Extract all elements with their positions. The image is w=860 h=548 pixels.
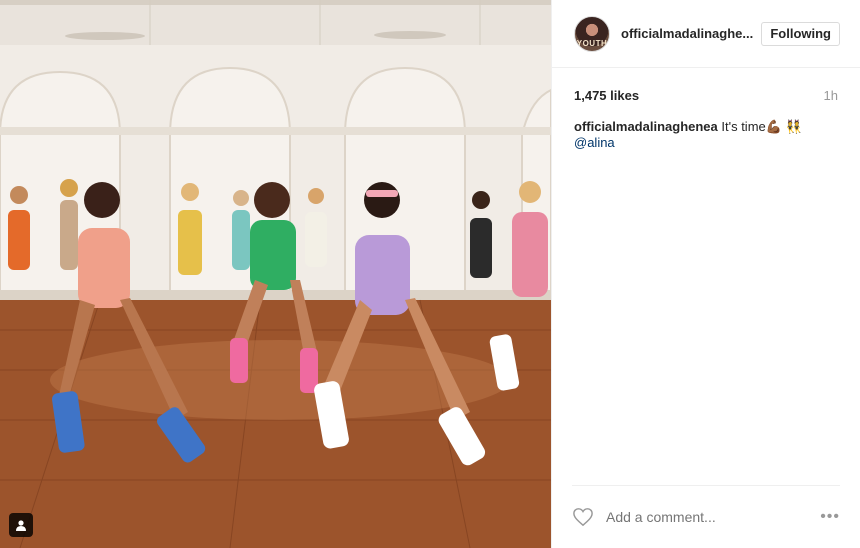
post-sidebar: YOUTH officialmadalinaghe... Following 1…: [551, 0, 860, 548]
more-options-icon[interactable]: •••: [820, 508, 840, 526]
avatar[interactable]: YOUTH: [574, 15, 610, 52]
username-link[interactable]: officialmadalinaghe...: [621, 26, 753, 41]
user-tag-icon[interactable]: [9, 513, 33, 537]
instagram-post: YOUTH officialmadalinaghe... Following 1…: [0, 0, 860, 548]
following-button[interactable]: Following: [761, 21, 840, 46]
post-header: YOUTH officialmadalinaghe... Following: [552, 0, 860, 68]
heart-icon[interactable]: [572, 507, 594, 527]
add-comment-input[interactable]: [604, 508, 821, 526]
caption-text: It's time: [717, 119, 766, 134]
caption-emoji: 💪🏾 👯: [765, 119, 802, 134]
photo-illustration: [0, 0, 551, 548]
likes-row: 1,475 likes 1h: [552, 88, 860, 103]
likes-count[interactable]: 1,475 likes: [574, 88, 639, 103]
caption-mention-link[interactable]: @alina: [574, 135, 615, 151]
comment-bar: •••: [572, 485, 840, 548]
avatar-text: YOUTH: [576, 38, 608, 48]
post-time[interactable]: 1h: [824, 88, 838, 103]
caption: officialmadalinaghenea It's time💪🏾 👯 @al…: [552, 119, 860, 151]
post-photo[interactable]: [0, 0, 551, 548]
caption-username[interactable]: officialmadalinaghenea: [574, 119, 718, 134]
